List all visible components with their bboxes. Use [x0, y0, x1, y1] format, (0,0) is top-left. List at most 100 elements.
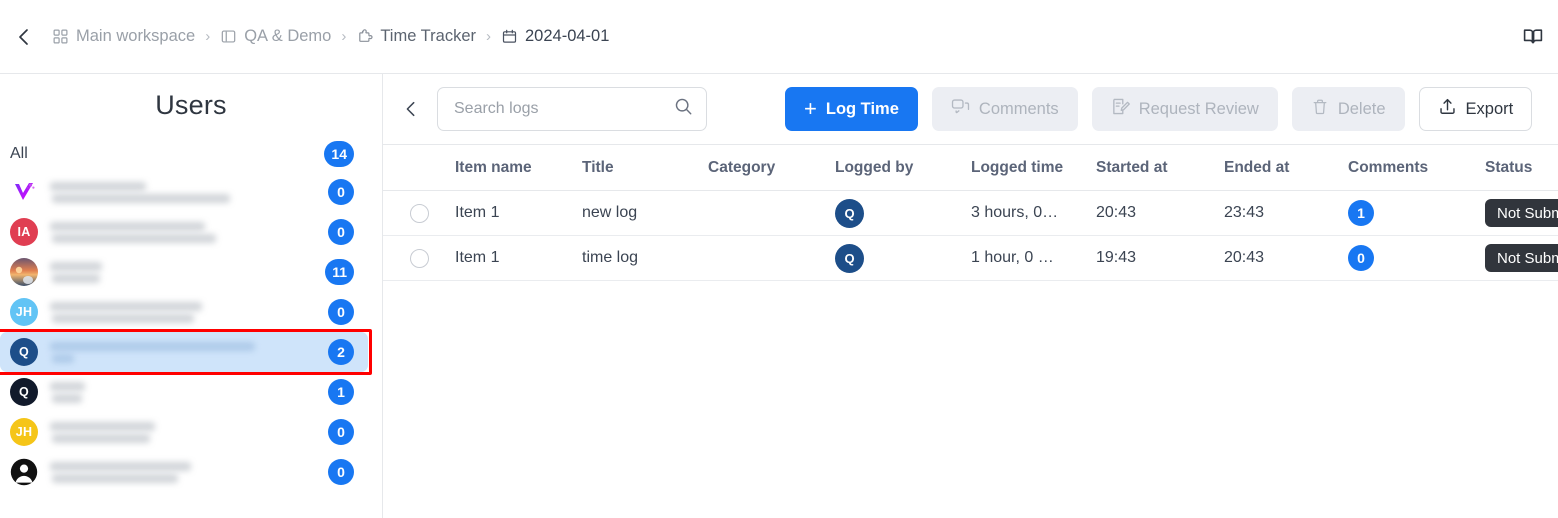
table-body: Item 1 new log Q 3 hours, 0… 20:43 23:43 1 Not … [383, 191, 1558, 281]
users-sidebar: Users All 14 0 IA 0 11 JH 0 Q 2 Q 1 JH 0 0 [0, 74, 383, 518]
toolbar: + Log Time Comments [383, 74, 1558, 144]
cell-status: Not Submitted [1485, 244, 1558, 272]
user-list-item[interactable]: 0 [0, 172, 368, 212]
delete-button[interactable]: Delete [1291, 87, 1405, 131]
avatar: Q [10, 338, 38, 366]
cell-status: Not Submitted [1485, 199, 1558, 227]
column-header-status[interactable]: Status [1485, 159, 1558, 177]
user-list-item[interactable]: IA 0 [0, 212, 368, 252]
row-select-cell[interactable] [383, 203, 455, 223]
user-name-redacted [50, 460, 328, 484]
export-button[interactable]: Export [1418, 87, 1533, 131]
puzzle-icon [356, 28, 373, 45]
user-count-badge: 0 [328, 419, 354, 445]
row-radio[interactable] [409, 203, 429, 223]
avatar-logo-icon [10, 178, 38, 206]
breadcrumb-item-board[interactable]: QA & Demo [220, 27, 331, 46]
avatar: Q [835, 243, 864, 273]
column-header-logged-time[interactable]: Logged time [971, 159, 1096, 177]
row-select-cell[interactable] [383, 248, 455, 268]
back-button[interactable] [0, 0, 48, 74]
column-header-category[interactable]: Category [708, 159, 835, 177]
breadcrumb-item-date[interactable]: 2024-04-01 [501, 27, 609, 46]
user-name-redacted [50, 380, 328, 404]
user-list-item[interactable]: Q2 [0, 332, 368, 372]
table-row[interactable]: Item 1 new log Q 3 hours, 0… 20:43 23:43 1 Not … [383, 191, 1558, 236]
user-name-all: All [10, 145, 28, 162]
user-count-badge: 0 [328, 179, 354, 205]
breadcrumb: Main workspace › QA & Demo › Time Tracke… [52, 27, 609, 46]
comments-label: Comments [978, 99, 1059, 118]
request-review-button[interactable]: Request Review [1091, 87, 1278, 131]
avatar: JH [10, 298, 38, 326]
cell-logged-time: 3 hours, 0… [971, 204, 1059, 221]
breadcrumb-item-workspace[interactable]: Main workspace [52, 27, 195, 46]
cell-logged-by: Q [835, 243, 971, 273]
search-icon [674, 97, 693, 121]
user-count-badge: 14 [324, 141, 354, 167]
log-time-label: Log Time [825, 99, 899, 118]
breadcrumb-separator: › [486, 28, 491, 45]
comments-count-badge: 1 [1348, 200, 1374, 226]
user-list: All 14 0 IA 0 11 JH 0 Q 2 Q 1 JH 0 0 [0, 136, 382, 492]
docs-button[interactable] [1514, 18, 1552, 56]
cell-item-name: Item 1 [455, 249, 500, 266]
book-icon [1523, 28, 1543, 43]
export-label: Export [1465, 99, 1514, 118]
cell-comments[interactable]: 0 [1348, 245, 1485, 271]
cell-logged-time: 1 hour, 0 … [971, 249, 1054, 266]
collapse-sidebar-button[interactable] [391, 89, 431, 129]
delete-label: Delete [1337, 99, 1386, 118]
cell-title: new log [582, 204, 638, 221]
main-panel: + Log Time Comments [383, 74, 1558, 518]
table-row[interactable]: Item 1 time log Q 1 hour, 0 … 19:43 20:43 0 Not… [383, 236, 1558, 281]
column-header-title[interactable]: Title [582, 159, 708, 177]
chevron-left-icon [406, 101, 415, 117]
cell-comments[interactable]: 1 [1348, 200, 1485, 226]
row-radio[interactable] [409, 248, 429, 268]
breadcrumb-separator: › [341, 28, 347, 45]
user-list-item-all[interactable]: All 14 [0, 136, 368, 172]
log-time-button[interactable]: + Log Time [785, 87, 918, 131]
user-list-item[interactable]: 11 [0, 252, 368, 292]
top-bar: Main workspace › QA & Demo › Time Tracke… [0, 0, 1558, 74]
column-header-comments[interactable]: Comments [1348, 159, 1485, 177]
app-root: Main workspace › QA & Demo › Time Tracke… [0, 0, 1558, 518]
avatar: IA [10, 218, 38, 246]
breadcrumb-label: Time Tracker [380, 27, 476, 45]
cell-ended-at: 20:43 [1224, 249, 1265, 266]
status-badge: Not Submitted [1485, 244, 1558, 272]
user-name-redacted [50, 340, 328, 364]
breadcrumb-label: Main workspace [76, 27, 196, 45]
calendar-icon [501, 28, 518, 45]
user-name-redacted [50, 220, 328, 244]
column-header-ended-at[interactable]: Ended at [1224, 159, 1348, 177]
cell-item-name: Item 1 [455, 204, 500, 221]
search-box[interactable] [437, 87, 707, 131]
user-list-item[interactable]: JH 0 [0, 412, 368, 452]
grid-icon [52, 28, 69, 45]
user-count-badge: 0 [328, 459, 354, 485]
comments-button[interactable]: Comments [931, 87, 1078, 131]
column-header-started-at[interactable]: Started at [1096, 159, 1224, 177]
review-edit-icon [1111, 97, 1130, 121]
breadcrumb-label: QA & Demo [244, 27, 332, 45]
search-input[interactable] [438, 88, 706, 130]
column-header-logged-by[interactable]: Logged by [835, 159, 971, 177]
user-list-item[interactable]: JH 0 [0, 292, 368, 332]
breadcrumb-item-app[interactable]: Time Tracker [356, 27, 476, 46]
user-count-badge: 0 [328, 219, 354, 245]
trash-icon [1311, 98, 1329, 121]
breadcrumb-separator: › [205, 28, 211, 45]
request-review-label: Request Review [1138, 99, 1259, 118]
cell-title: time log [582, 249, 639, 266]
user-count-badge: 11 [325, 259, 354, 285]
user-list-item[interactable]: 0 [0, 452, 368, 492]
user-list-item[interactable]: Q1 [0, 372, 368, 412]
column-header-item-name[interactable]: Item name [455, 159, 582, 177]
export-upload-icon [1438, 97, 1457, 121]
breadcrumb-label: 2024-04-01 [525, 27, 610, 45]
user-count-badge: 1 [328, 379, 354, 405]
avatar-photo [10, 258, 38, 286]
chevron-left-icon [19, 28, 28, 45]
